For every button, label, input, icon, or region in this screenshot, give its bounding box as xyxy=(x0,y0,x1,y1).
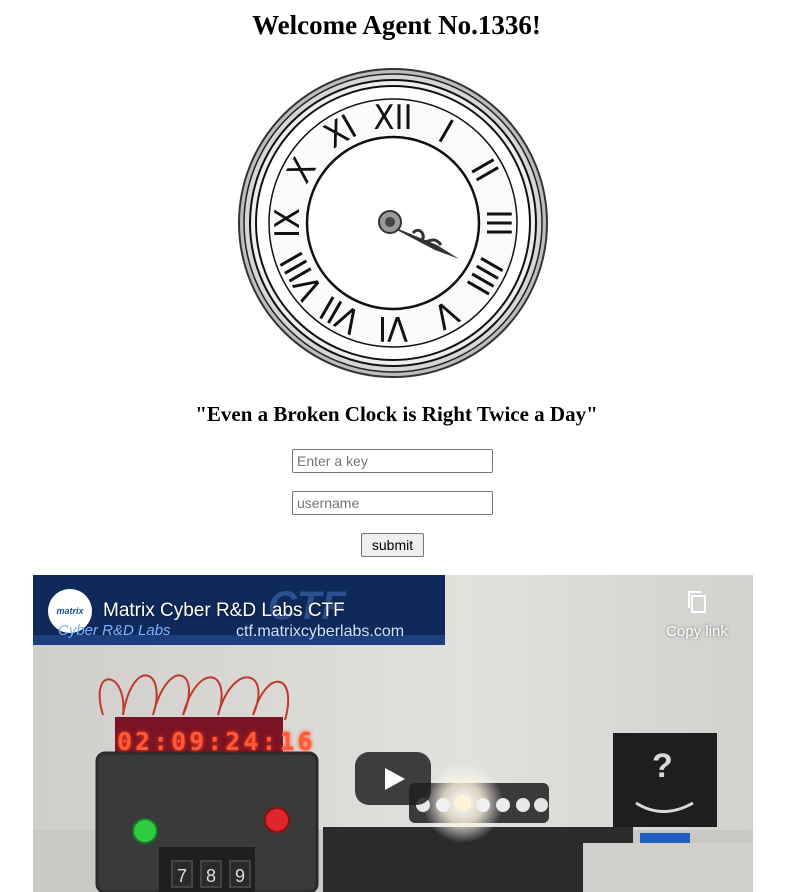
copy-icon xyxy=(688,591,706,613)
copy-link-label: Copy link xyxy=(666,623,728,640)
clock-numeral: XII xyxy=(374,98,413,138)
clock-quote: "Even a Broken Clock is Right Twice a Da… xyxy=(195,402,598,426)
clock-numeral: IX xyxy=(268,208,308,238)
play-icon[interactable] xyxy=(355,752,431,805)
clock-face: XII IIIIIIIIIIVVIVIIVIIIIXXXI xyxy=(238,68,548,378)
submit-button[interactable]: submit xyxy=(361,533,424,557)
channel-logo-text: matrix xyxy=(56,606,84,616)
clock-numeral: VI xyxy=(378,308,408,348)
clock-numeral: III xyxy=(478,209,518,236)
key-input[interactable] xyxy=(292,449,493,473)
copy-link-button[interactable]: Copy link xyxy=(659,590,735,640)
username-input[interactable] xyxy=(292,491,493,515)
box-question-mark: ? xyxy=(652,747,673,785)
banner-subtitle: Cyber R&D Labs xyxy=(58,622,171,639)
video-title[interactable]: Matrix Cyber R&D Labs CTF xyxy=(103,600,345,622)
banner-url: ctf.matrixcyberlabs.com xyxy=(236,623,405,640)
keypad-key: 7 xyxy=(171,860,193,888)
timer-display: 02:09:24:16 xyxy=(117,727,316,756)
keypad-key: 9 xyxy=(229,860,251,888)
keypad-key: 8 xyxy=(200,860,222,888)
video-player[interactable]: CTF matrix Cyber R&D Labs ctf.matrixcybe… xyxy=(33,575,753,892)
page-title: Welcome Agent No.1336! xyxy=(252,10,541,40)
